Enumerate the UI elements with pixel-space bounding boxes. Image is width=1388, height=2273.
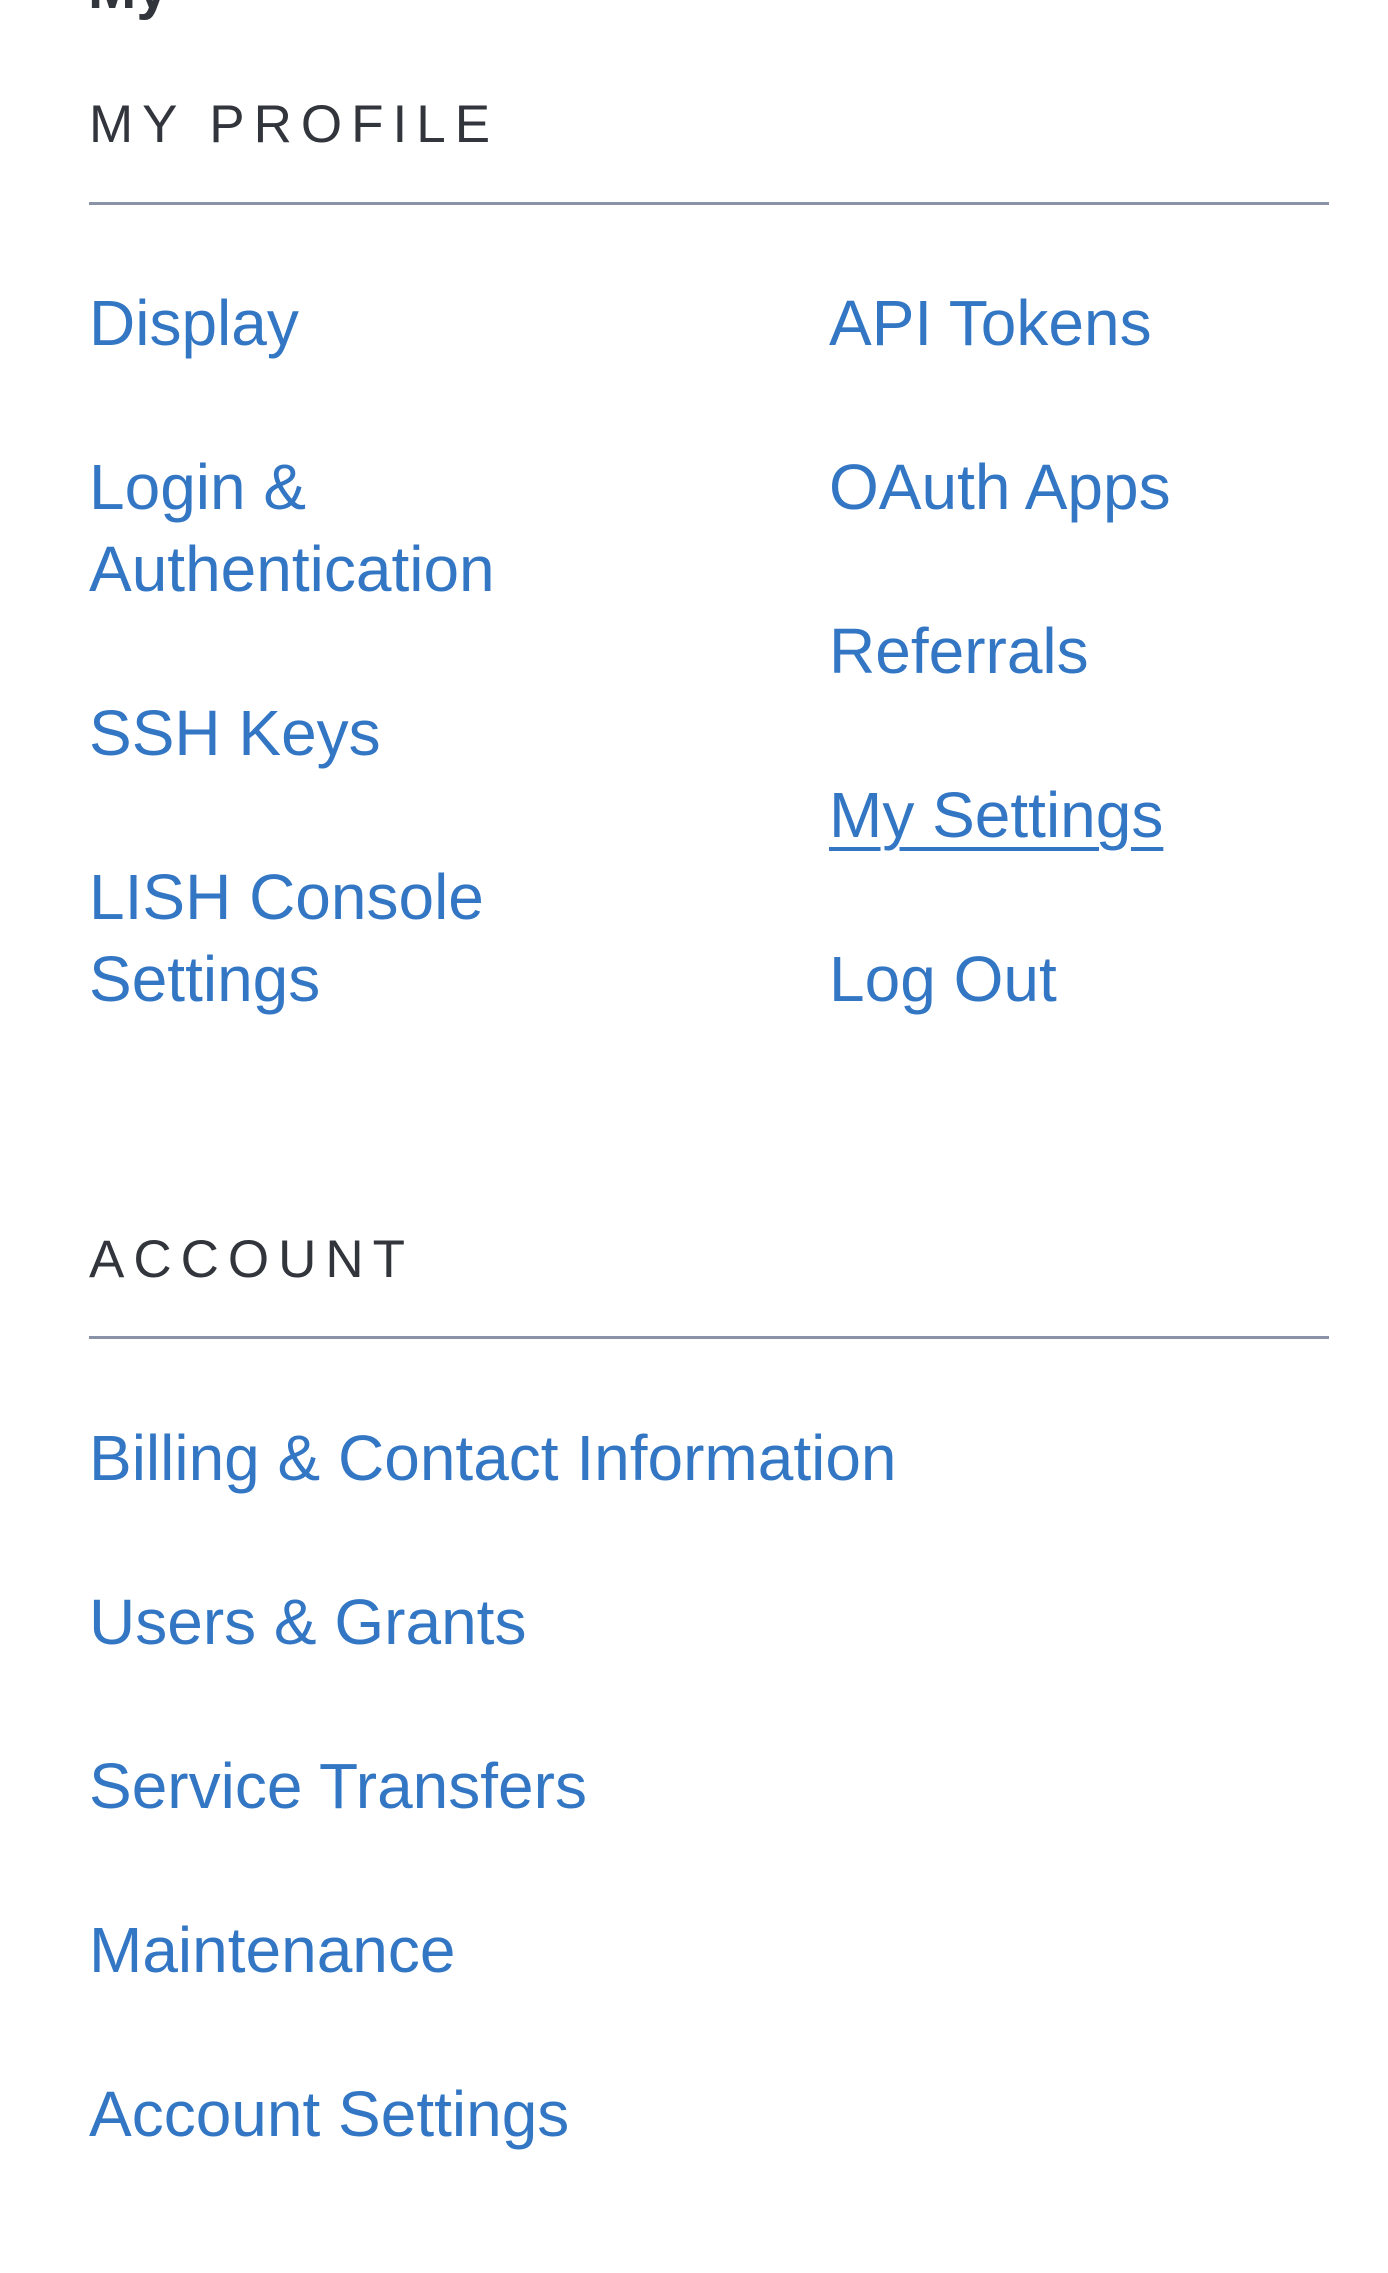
account-links: Billing & Contact Information Users & Gr… (89, 1417, 897, 2237)
users-grants-link[interactable]: Users & Grants (89, 1581, 897, 1663)
my-profile-title: MY PROFILE (89, 95, 500, 154)
my-profile-section: MY PROFILE Display Login & Authenticatio… (89, 95, 1329, 1015)
display-link[interactable]: Display (89, 282, 709, 364)
lish-console-settings-link[interactable]: LISH Console Settings (89, 856, 549, 1020)
account-section: ACCOUNT Billing & Contact Information Us… (89, 1230, 1329, 2150)
ssh-keys-link[interactable]: SSH Keys (89, 692, 709, 774)
clipped-page-heading: My (88, 0, 169, 18)
my-profile-divider (89, 202, 1329, 205)
referrals-link[interactable]: Referrals (829, 610, 1329, 692)
log-out-link[interactable]: Log Out (829, 938, 1329, 1020)
account-settings-link[interactable]: Account Settings (89, 2073, 897, 2155)
account-divider (89, 1336, 1329, 1339)
oauth-apps-link[interactable]: OAuth Apps (829, 446, 1329, 528)
account-title: ACCOUNT (89, 1230, 415, 1289)
my-profile-left-links: Display Login & Authentication SSH Keys … (89, 282, 709, 1102)
login-authentication-link[interactable]: Login & Authentication (89, 446, 649, 610)
service-transfers-link[interactable]: Service Transfers (89, 1745, 897, 1827)
api-tokens-link[interactable]: API Tokens (829, 282, 1329, 364)
my-settings-link[interactable]: My Settings (829, 774, 1329, 856)
my-profile-right-links: API Tokens OAuth Apps Referrals My Setti… (829, 282, 1329, 1102)
maintenance-link[interactable]: Maintenance (89, 1909, 897, 1991)
billing-contact-information-link[interactable]: Billing & Contact Information (89, 1417, 897, 1499)
